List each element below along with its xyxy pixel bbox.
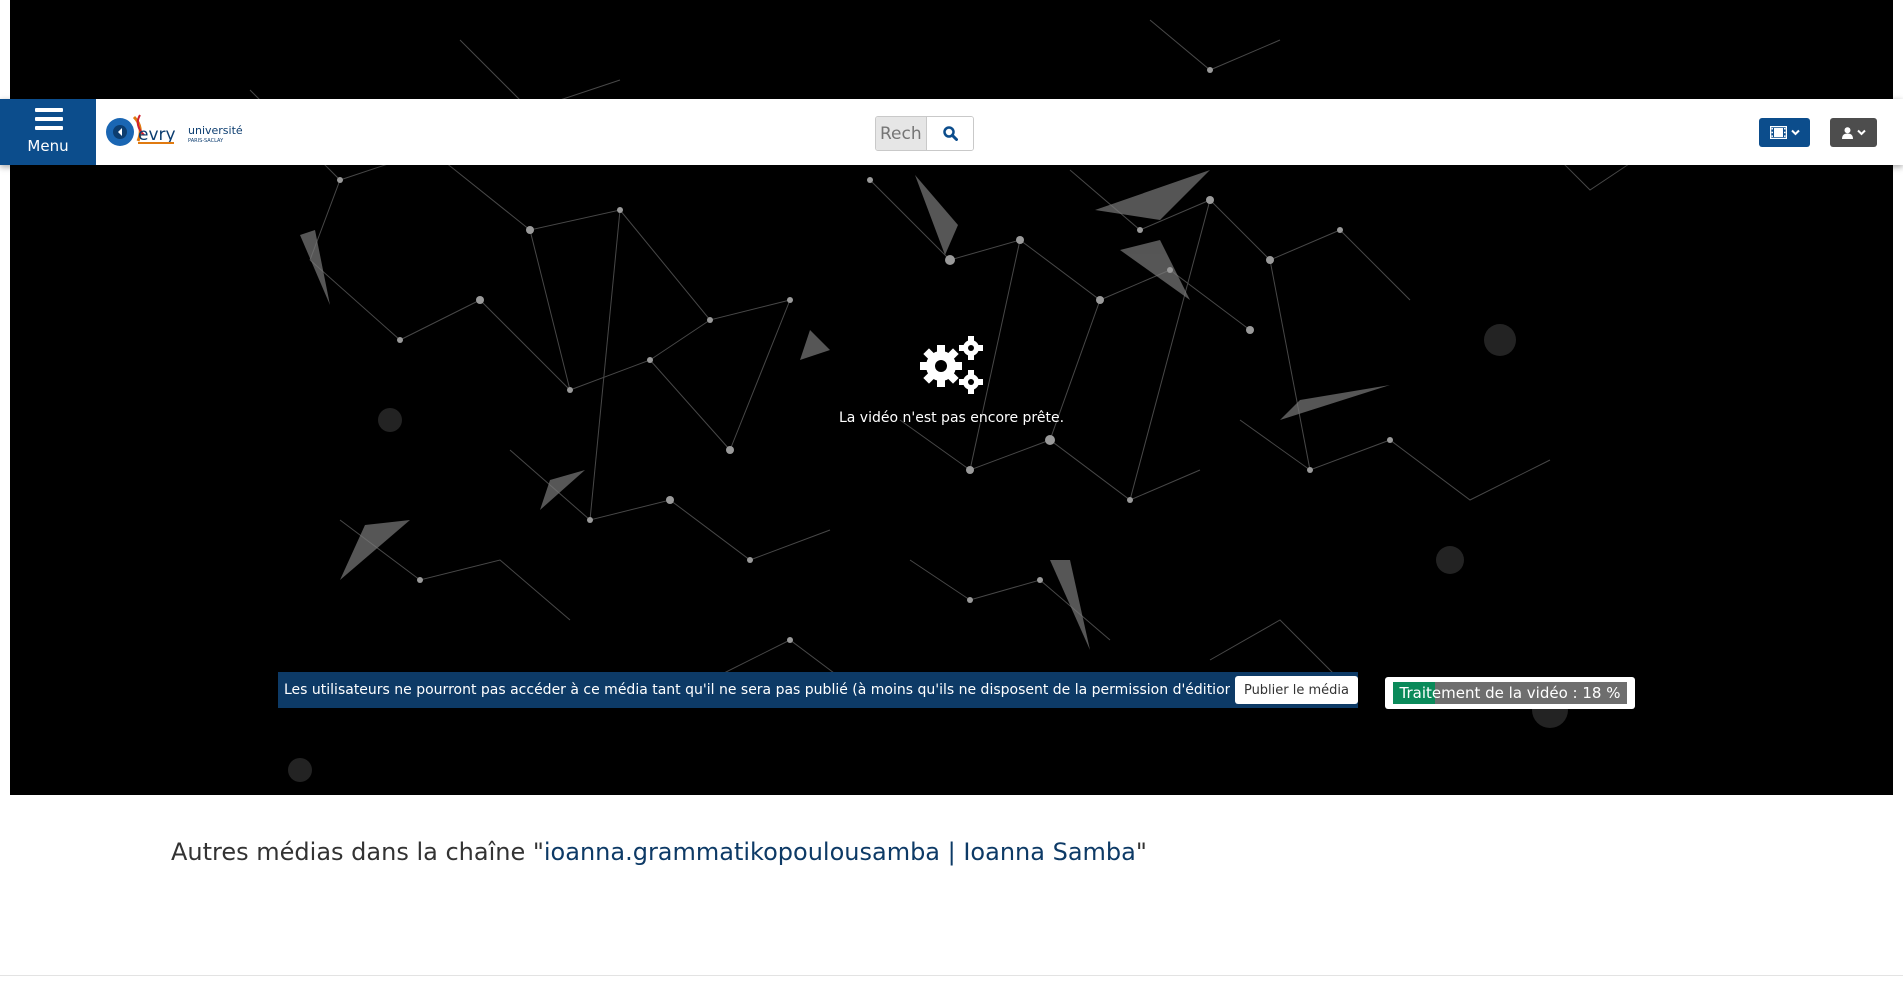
film-icon <box>1769 126 1787 139</box>
top-navbar: Menu evry université PARIS-SACLAY <box>0 99 1903 165</box>
video-status-text: La vidéo n'est pas encore prête. <box>838 410 1065 426</box>
menu-button[interactable]: Menu <box>0 99 96 165</box>
other-media-suffix: " <box>1135 838 1147 866</box>
chevron-down-icon <box>1790 129 1800 136</box>
user-menu-button[interactable] <box>1830 118 1877 147</box>
search-button[interactable] <box>926 117 973 150</box>
search-icon <box>942 126 958 141</box>
progress-label: Traitement de la vidéo : 18 % <box>1399 684 1621 702</box>
publish-notice-banner: Les utilisateurs ne pourront pas accéder… <box>278 672 1358 708</box>
search-box <box>875 116 974 151</box>
media-menu-button[interactable] <box>1759 118 1810 147</box>
svg-text:université: université <box>188 124 243 137</box>
publish-notice-text: Les utilisateurs ne pourront pas accéder… <box>284 682 1230 698</box>
video-not-ready: La vidéo n'est pas encore prête. <box>10 334 1893 426</box>
channel-link[interactable]: ioanna.grammatikopoulousamba | Ioanna Sa… <box>544 838 1136 866</box>
university-logo[interactable]: evry université PARIS-SACLAY <box>104 111 254 153</box>
chevron-down-icon <box>1856 129 1866 136</box>
divider <box>0 975 1903 976</box>
publish-media-button[interactable]: Publier le média <box>1234 676 1358 704</box>
menu-label: Menu <box>27 137 69 155</box>
svg-text:PARIS-SACLAY: PARIS-SACLAY <box>188 138 224 144</box>
progress-track: Traitement de la vidéo : 18 % <box>1393 682 1627 704</box>
search-input[interactable] <box>876 117 926 150</box>
other-media-prefix: Autres médias dans la chaîne " <box>171 838 544 866</box>
gears-icon <box>919 336 983 394</box>
hamburger-icon <box>35 108 63 130</box>
user-icon <box>1841 126 1853 139</box>
processing-progress: Traitement de la vidéo : 18 % <box>1385 677 1635 709</box>
other-media-heading: Autres médias dans la chaîne "ioanna.gra… <box>171 838 1147 866</box>
